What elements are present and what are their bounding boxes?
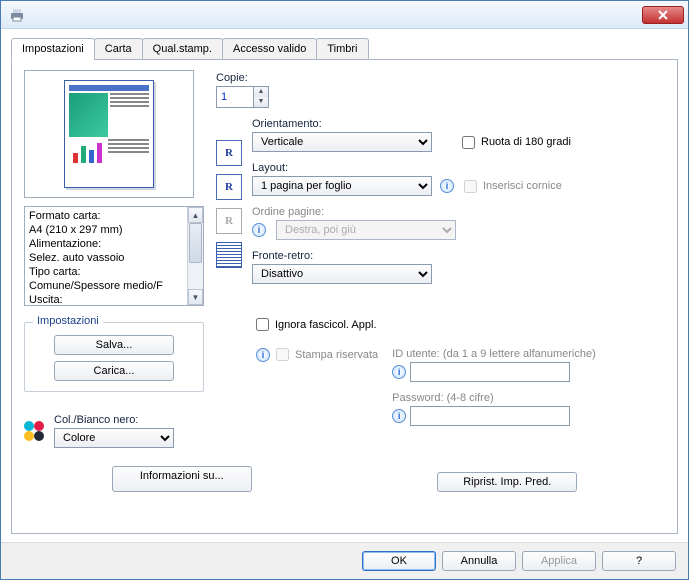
color-label: Col./Bianco nero: [54,414,204,426]
save-button[interactable]: Salva... [54,335,174,355]
frame-checkbox [464,180,477,193]
close-icon [658,10,668,20]
spec-line: Formato carta: [29,209,183,223]
order-label: Ordine pagine: [252,206,665,218]
tab-panel: Formato carta: A4 (210 x 297 mm) Aliment… [11,59,678,534]
load-button[interactable]: Carica... [54,361,174,381]
ignore-collate-label: Ignora fascicol. Appl. [275,319,377,331]
dialog-button-bar: OK Annulla Applica ? [1,542,688,579]
tab-accesso[interactable]: Accesso valido [222,38,317,60]
copies-spinner[interactable]: ▲▼ [216,86,269,108]
info-icon[interactable]: i [252,223,266,237]
layout-icon: R [216,174,242,200]
layout-select[interactable]: 1 pagina per foglio [252,176,432,196]
frame-label: Inserisci cornice [483,180,562,192]
spec-line: Comune/Spessore medio/F [29,279,183,293]
close-button[interactable] [642,6,684,24]
scroll-thumb[interactable] [189,223,202,263]
reset-defaults-button[interactable]: Riprist. Imp. Pred. [437,472,577,492]
cancel-button[interactable]: Annulla [442,551,516,571]
secure-label: Stampa riservata [295,349,378,361]
userid-label: ID utente: (da 1 a 9 lettere alfanumeric… [392,348,665,360]
ok-button[interactable]: OK [362,551,436,571]
spin-up-icon[interactable]: ▲ [254,87,268,97]
scroll-down-icon[interactable]: ▼ [188,289,203,305]
spin-down-icon[interactable]: ▼ [254,97,268,107]
copies-input[interactable] [217,87,253,107]
spec-line: Tipo carta: [29,265,183,279]
rotate-checkbox[interactable] [462,136,475,149]
paper-spec-box: Formato carta: A4 (210 x 297 mm) Aliment… [24,206,204,306]
spec-scrollbar[interactable]: ▲ ▼ [187,207,203,305]
printer-icon [9,7,25,23]
orientation-icon: R [216,140,242,166]
info-icon[interactable]: i [440,179,454,193]
page-preview [24,70,194,198]
orientation-label: Orientamento: [252,118,665,130]
tab-timbri[interactable]: Timbri [316,38,368,60]
userid-input [410,362,570,382]
ignore-collate-checkbox[interactable] [256,318,269,331]
apply-button: Applica [522,551,596,571]
settings-group: Impostazioni Salva... Carica... [24,322,204,392]
titlebar [1,1,688,29]
spec-line: Uscita: [29,293,183,305]
about-button[interactable]: Informazioni su... [112,466,252,492]
copies-label: Copie: [216,72,665,84]
duplex-icon [216,242,242,268]
spec-line: Selez. auto vassoio [29,251,183,265]
spec-line: Alimentazione: [29,237,183,251]
secure-checkbox [276,348,289,361]
duplex-select[interactable]: Disattivo [252,264,432,284]
tab-qualstamp[interactable]: Qual.stamp. [142,38,223,60]
password-label: Password: (4-8 cifre) [392,392,665,404]
group-title: Impostazioni [33,315,103,327]
paper-spec-list: Formato carta: A4 (210 x 297 mm) Aliment… [25,207,187,305]
tab-impostazioni[interactable]: Impostazioni [11,38,95,60]
duplex-label: Fronte-retro: [252,250,665,262]
help-button[interactable]: ? [602,551,676,571]
color-select[interactable]: Colore [54,428,174,448]
info-icon[interactable]: i [392,409,406,423]
orientation-select[interactable]: Verticale [252,132,432,152]
tabstrip: Impostazioni Carta Qual.stamp. Accesso v… [11,38,678,60]
password-input [410,406,570,426]
tab-carta[interactable]: Carta [94,38,143,60]
order-select: Destra, poi giù [276,220,456,240]
content: Impostazioni Carta Qual.stamp. Accesso v… [1,29,688,542]
color-icon [24,421,48,441]
order-icon: R [216,208,242,234]
rotate-label: Ruota di 180 gradi [481,136,571,148]
layout-label: Layout: [252,162,665,174]
scroll-up-icon[interactable]: ▲ [188,207,203,223]
print-dialog: Impostazioni Carta Qual.stamp. Accesso v… [0,0,689,580]
spec-line: A4 (210 x 297 mm) [29,223,183,237]
info-icon[interactable]: i [392,365,406,379]
info-icon[interactable]: i [256,348,270,362]
